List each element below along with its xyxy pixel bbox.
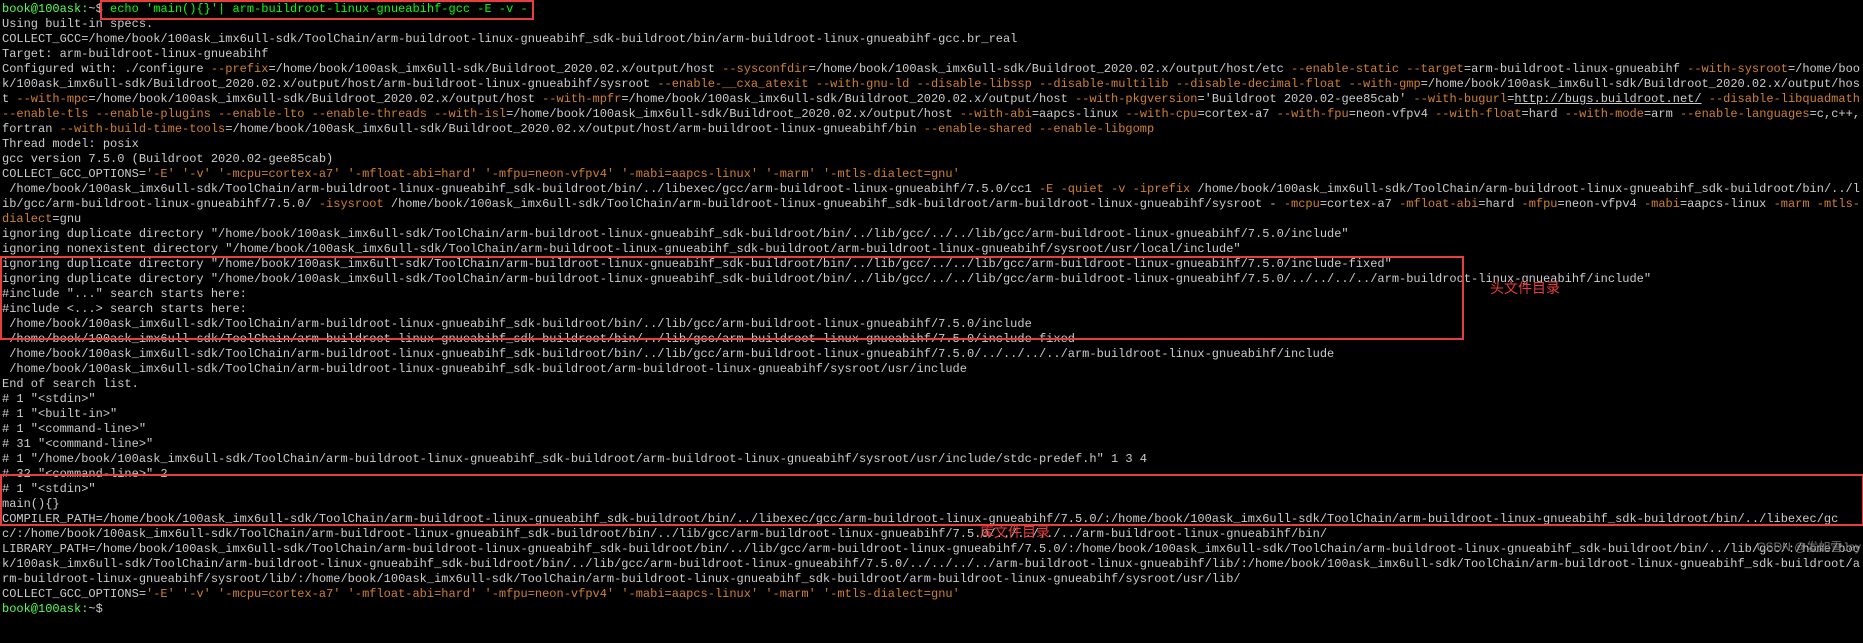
out-end-search: End of search list. — [2, 377, 1863, 392]
out-inc4: /home/book/100ask_imx6ull-sdk/ToolChain/… — [2, 362, 1863, 377]
out-opts2: COLLECT_GCC_OPTIONS='-E' '-v' '-mcpu=cor… — [2, 587, 1863, 602]
out-cc1: /home/book/100ask_imx6ull-sdk/ToolChain/… — [2, 182, 1863, 227]
command-text: echo 'main(){}'| arm-buildroot-linux-gnu… — [110, 2, 528, 16]
out-thread-model: Thread model: posix — [2, 137, 1863, 152]
out-using: Using built-in specs. — [2, 17, 1863, 32]
out-pp4: # 31 "<command-line>" — [2, 437, 1863, 452]
out-target: Target: arm-buildroot-linux-gnueabihf — [2, 47, 1863, 62]
out-pp2: # 1 "<built-in>" — [2, 407, 1863, 422]
prompt-line-1[interactable]: book@100ask:~$ echo 'main(){}'| arm-buil… — [2, 2, 1863, 17]
out-ign3: ignoring duplicate directory "/home/book… — [2, 257, 1863, 272]
out-pp6: # 32 "<command-line>" 2 — [2, 467, 1863, 482]
out-pp1: # 1 "<stdin>" — [2, 392, 1863, 407]
out-pp3: # 1 "<command-line>" — [2, 422, 1863, 437]
out-ign1: ignoring duplicate directory "/home/book… — [2, 227, 1863, 242]
out-search-angle: #include <...> search starts here: — [2, 302, 1863, 317]
out-pp7: # 1 "<stdin>" — [2, 482, 1863, 497]
out-pp5: # 1 "/home/book/100ask_imx6ull-sdk/ToolC… — [2, 452, 1863, 467]
out-inc2: /home/book/100ask_imx6ull-sdk/ToolChain/… — [2, 332, 1863, 347]
out-inc1: /home/book/100ask_imx6ull-sdk/ToolChain/… — [2, 317, 1863, 332]
out-compiler-path: COMPILER_PATH=/home/book/100ask_imx6ull-… — [2, 512, 1863, 542]
out-main: main(){} — [2, 497, 1863, 512]
watermark: CSDN @发如雪Jay — [1757, 540, 1861, 555]
out-ign4: ignoring duplicate directory "/home/book… — [2, 272, 1863, 287]
out-opts1: COLLECT_GCC_OPTIONS='-E' '-v' '-mcpu=cor… — [2, 167, 1863, 182]
prompt-user-2: book@100ask: — [2, 602, 88, 616]
out-library-path: LIBRARY_PATH=/home/book/100ask_imx6ull-s… — [2, 542, 1863, 587]
out-gcc-version: gcc version 7.5.0 (Buildroot 2020.02-gee… — [2, 152, 1863, 167]
prompt-path: ~$ — [88, 2, 110, 16]
out-inc3: /home/book/100ask_imx6ull-sdk/ToolChain/… — [2, 347, 1863, 362]
prompt-user: book@100ask: — [2, 2, 88, 16]
out-search-quote: #include "..." search starts here: — [2, 287, 1863, 302]
prompt-path-2: ~$ — [88, 602, 110, 616]
prompt-line-2[interactable]: book@100ask:~$ — [2, 602, 1863, 617]
out-ign2: ignoring nonexistent directory "/home/bo… — [2, 242, 1863, 257]
out-collect-gcc: COLLECT_GCC=/home/book/100ask_imx6ull-sd… — [2, 32, 1863, 47]
out-configured: Configured with: ./configure --prefix=/h… — [2, 62, 1863, 137]
